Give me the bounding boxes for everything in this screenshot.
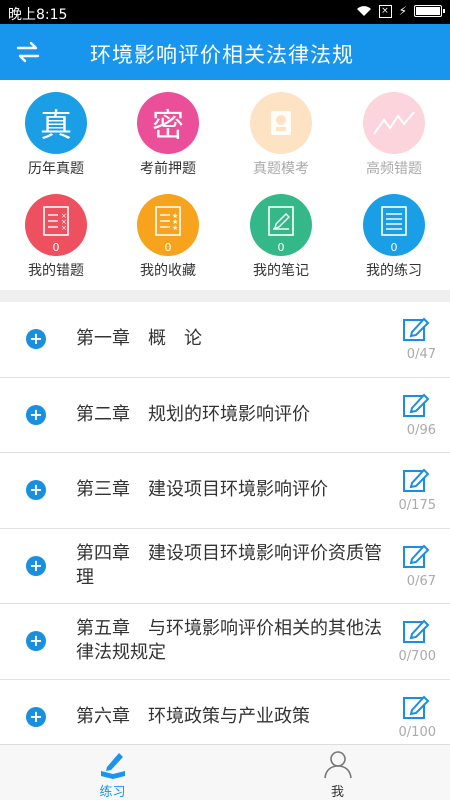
- errors-count: 0: [52, 241, 60, 254]
- bottom-tab-bar: 练习 我: [0, 744, 450, 800]
- chapter-row-4[interactable]: + 第四章 建设项目环境影响评价资质管理 0/67: [0, 529, 450, 604]
- edit-icon[interactable]: [402, 694, 430, 720]
- note-edit-icon: 0: [250, 194, 312, 256]
- tab-practice[interactable]: 练习: [0, 745, 225, 800]
- user-icon: [323, 751, 352, 779]
- expand-plus-icon[interactable]: +: [26, 480, 46, 501]
- no-sim-icon: ×: [378, 4, 392, 18]
- battery-icon: [414, 5, 445, 17]
- swap-arrows-icon[interactable]: [14, 40, 42, 64]
- chapter-progress: 0/67: [406, 573, 436, 589]
- chapter-list: + 第一章 概 论 0/47 + 第二章 规划的环境影响评价 0/96 + 第三…: [0, 302, 450, 755]
- chapter-title: 第二章 规划的环境影响评价: [76, 403, 310, 425]
- tab-label: 我: [330, 785, 344, 800]
- grid-item-my-notes[interactable]: 0 我的笔记: [225, 182, 337, 282]
- grid-item-label: 高频错题: [366, 161, 422, 177]
- chapter-row-5[interactable]: + 第五章 与环境影响评价相关的其他法律法规规定 0/700: [0, 604, 450, 680]
- notes-count: 0: [277, 241, 285, 254]
- expand-plus-icon[interactable]: +: [26, 329, 46, 350]
- trend-chart-icon: [363, 92, 425, 154]
- secret-glyph-icon: 密: [137, 92, 199, 154]
- grid-item-label: 我的练习: [366, 263, 422, 279]
- grid-item-mock-exam[interactable]: 真题模考: [225, 80, 337, 180]
- section-divider: [0, 290, 450, 302]
- chapter-progress: 0/175: [398, 498, 436, 513]
- page-title: 环境影响评价相关法律法规: [90, 43, 354, 67]
- tab-label: 练习: [99, 785, 126, 800]
- chapter-title: 第五章 与环境影响评价相关的其他法律法规规定: [76, 618, 382, 664]
- status-icons: × ⚡: [356, 4, 445, 18]
- edit-icon[interactable]: [402, 618, 430, 644]
- practice-list-icon: 0: [363, 194, 425, 256]
- edit-icon[interactable]: [402, 467, 430, 493]
- app-bar: 环境影响评价相关法律法规: [0, 24, 450, 80]
- svg-text:×: ×: [61, 224, 67, 232]
- tab-me[interactable]: 我: [225, 745, 450, 800]
- grid-item-my-errors[interactable]: × × × 0 我的错题: [0, 182, 112, 282]
- expand-plus-icon[interactable]: +: [26, 631, 46, 652]
- grid-item-label: 考前押题: [140, 161, 196, 177]
- feature-grid: 真 历年真题 密 考前押题 真题模考 高频错题 × × × 0 我的错题 ★ ★…: [0, 80, 450, 290]
- grid-item-label: 我的错题: [28, 263, 84, 279]
- chapter-title: 第六章 环境政策与产业政策: [76, 705, 310, 727]
- edit-icon[interactable]: [402, 543, 430, 569]
- status-bar: 晚上8:15 × ⚡: [0, 0, 450, 24]
- grid-item-label: 我的收藏: [140, 263, 196, 279]
- chapter-title: 第一章 概 论: [76, 328, 202, 350]
- chapter-progress: 0/47: [406, 347, 436, 362]
- grid-item-past-exams[interactable]: 真 历年真题: [0, 80, 112, 180]
- grid-item-label: 历年真题: [28, 161, 84, 177]
- practice-count: 0: [390, 241, 398, 254]
- grid-item-my-practice[interactable]: 0 我的练习: [338, 182, 450, 282]
- chapter-progress: 0/700: [398, 649, 436, 664]
- wifi-icon: [356, 6, 371, 16]
- svg-text:★: ★: [172, 224, 178, 232]
- expand-plus-icon[interactable]: +: [26, 404, 46, 425]
- favorites-count: 0: [164, 241, 172, 254]
- expand-plus-icon[interactable]: +: [26, 555, 46, 576]
- chapter-row-1[interactable]: + 第一章 概 论 0/47: [0, 302, 450, 378]
- wrong-list-icon: × × × 0: [25, 194, 87, 256]
- exam-glyph-icon: 真: [25, 92, 87, 154]
- edit-icon[interactable]: [402, 316, 430, 342]
- grid-item-label: 真题模考: [253, 161, 309, 177]
- chapter-progress: 0/100: [398, 724, 436, 740]
- charging-icon: ⚡: [398, 4, 407, 18]
- star-list-icon: ★ ★ ★ 0: [137, 194, 199, 256]
- chapter-row-2[interactable]: + 第二章 规划的环境影响评价 0/96: [0, 378, 450, 453]
- grid-item-pre-exam[interactable]: 密 考前押题: [112, 80, 224, 180]
- chapter-row-3[interactable]: + 第三章 建设项目环境影响评价 0/175: [0, 453, 450, 529]
- grid-item-label: 我的笔记: [253, 263, 309, 279]
- chapter-progress: 0/96: [406, 422, 436, 438]
- grid-item-frequent-errors[interactable]: 高频错题: [338, 80, 450, 180]
- edit-icon[interactable]: [402, 392, 430, 418]
- chapter-title: 第四章 建设项目环境影响评价资质管理: [76, 542, 382, 588]
- expand-plus-icon[interactable]: +: [26, 706, 46, 727]
- pen-book-icon: [100, 753, 125, 779]
- chapter-title: 第三章 建设项目环境影响评价: [76, 479, 328, 501]
- status-time: 晚上8:15: [8, 7, 68, 23]
- exam-robot-icon: [250, 92, 312, 154]
- grid-item-my-favorites[interactable]: ★ ★ ★ 0 我的收藏: [112, 182, 224, 282]
